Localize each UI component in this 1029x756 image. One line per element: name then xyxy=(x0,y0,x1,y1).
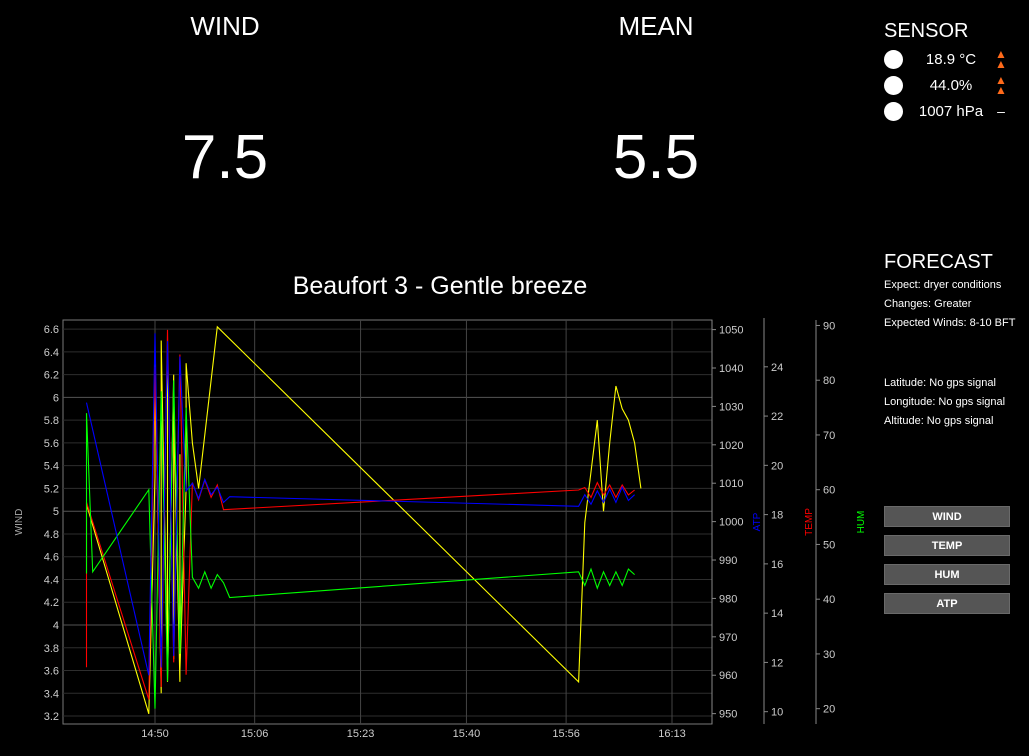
mean-title: MEAN xyxy=(618,11,694,41)
temp-tick-label: 10 xyxy=(771,707,783,719)
atp-tick-label: 970 xyxy=(719,632,737,644)
wind-tick-label: 5.2 xyxy=(44,483,59,495)
atp-tick-label: 1020 xyxy=(719,440,743,452)
atp-tick-label: 1030 xyxy=(719,401,743,413)
wind-tick-label: 6 xyxy=(53,392,59,404)
wind-value: 7.5 xyxy=(181,123,269,192)
x-tick-label: 15:40 xyxy=(453,728,481,740)
status-dot-icon xyxy=(884,75,903,95)
wind-tick-label: 5.4 xyxy=(44,461,59,473)
hum-tick-label: 60 xyxy=(823,485,835,497)
x-tick-label: 16:13 xyxy=(658,728,686,740)
hum-tick-label: 90 xyxy=(823,320,835,332)
wind-tick-label: 5 xyxy=(53,506,59,518)
wind-tick-label: 4.2 xyxy=(44,597,59,609)
atp-tick-label: 960 xyxy=(719,670,737,682)
forecast-expect: Expect: dryer conditions xyxy=(884,279,1002,291)
hum-tick-label: 50 xyxy=(823,539,835,551)
wind-tick-label: 6.2 xyxy=(44,370,59,382)
atp-axis-label: ATP xyxy=(752,512,763,531)
atp-tick-label: 980 xyxy=(719,593,737,605)
wind-tick-label: 3.4 xyxy=(44,688,59,700)
wind-tick-label: 6.4 xyxy=(44,347,59,359)
wind-tick-label: 4.8 xyxy=(44,529,59,541)
hum-tick-label: 70 xyxy=(823,430,835,442)
double-up-arrow-icon: ▲ ▲ xyxy=(995,73,1007,97)
temp-tick-label: 12 xyxy=(771,657,783,669)
wind-tick-label: 5.8 xyxy=(44,415,59,427)
temp-tick-label: 14 xyxy=(771,608,783,620)
sensor-row-temperature: 18.9 °C ▲ ▲ xyxy=(884,48,1011,70)
sensor-temperature-value: 18.9 °C xyxy=(925,50,977,68)
sensor-row-pressure: 1007 hPa – xyxy=(884,100,1011,122)
temp-tick-label: 16 xyxy=(771,559,783,571)
double-up-arrow-icon: ▲ ▲ xyxy=(995,47,1007,71)
mean-value: 5.5 xyxy=(612,123,700,192)
gps-latitude: Latitude: No gps signal xyxy=(884,377,996,389)
wind-tick-label: 4.6 xyxy=(44,552,59,564)
sensor-title: SENSOR xyxy=(884,20,969,42)
forecast-winds: Expected Winds: 8-10 BFT xyxy=(884,317,1016,329)
wind-tick-label: 4 xyxy=(53,620,59,632)
wind-axis-label: WIND xyxy=(14,509,25,536)
atp-tick-label: 1050 xyxy=(719,325,743,337)
hum-tick-label: 20 xyxy=(823,704,835,716)
sensor-row-humidity: 44.0% ▲ ▲ xyxy=(884,74,1011,96)
wind-title: WIND xyxy=(190,11,260,41)
wind-tick-label: 3.2 xyxy=(44,711,59,723)
atp-tick-label: 1000 xyxy=(719,517,743,529)
hum-tick-label: 30 xyxy=(823,649,835,661)
x-tick-label: 15:06 xyxy=(241,728,269,740)
temp-tick-label: 22 xyxy=(771,411,783,423)
sensor-pressure-value: 1007 hPa xyxy=(918,102,984,120)
temp-button[interactable]: TEMP xyxy=(884,535,1010,556)
x-tick-label: 15:23 xyxy=(347,728,375,740)
hum-axis-label: HUM xyxy=(856,511,867,534)
wind-tick-label: 3.6 xyxy=(44,666,59,678)
wind-tick-label: 3.8 xyxy=(44,643,59,655)
atp-tick-label: 1040 xyxy=(719,363,743,375)
atp-tick-label: 1010 xyxy=(719,478,743,490)
temp-tick-label: 24 xyxy=(771,362,783,374)
wind-button[interactable]: WIND xyxy=(884,506,1010,527)
gps-longitude: Longitude: No gps signal xyxy=(884,396,1006,408)
gps-altitude: Altitude: No gps signal xyxy=(884,415,994,427)
atp-tick-label: 990 xyxy=(719,555,737,567)
wind-tick-label: 4.4 xyxy=(44,574,59,586)
wind-tick-label: 6.6 xyxy=(44,324,59,336)
sensor-humidity-value: 44.0% xyxy=(929,76,973,94)
atp-button[interactable]: ATP xyxy=(884,593,1010,614)
status-dot-icon xyxy=(884,101,903,121)
hum-tick-label: 80 xyxy=(823,375,835,387)
wind-tick-label: 5.6 xyxy=(44,438,59,450)
forecast-changes: Changes: Greater xyxy=(884,298,972,310)
x-tick-label: 14:50 xyxy=(141,728,169,740)
temp-tick-label: 18 xyxy=(771,510,783,522)
x-tick-label: 15:56 xyxy=(552,728,580,740)
forecast-title: FORECAST xyxy=(884,251,993,273)
atp-tick-label: 950 xyxy=(719,709,737,721)
beaufort-label: Beaufort 3 - Gentle breeze xyxy=(292,272,588,300)
temp-tick-label: 20 xyxy=(771,460,783,472)
sensor-history-chart: 3.2 3.4 3.6 3.8 4 4.2 4.4 4.6 4.8 5 5.2 5.4 5.6 5.8 6 6… xyxy=(14,318,867,740)
temp-axis-label: TEMP xyxy=(804,508,815,536)
steady-trend-icon: – xyxy=(997,103,1005,119)
status-dot-icon xyxy=(884,49,903,69)
hum-tick-label: 40 xyxy=(823,594,835,606)
hum-button[interactable]: HUM xyxy=(884,564,1010,585)
